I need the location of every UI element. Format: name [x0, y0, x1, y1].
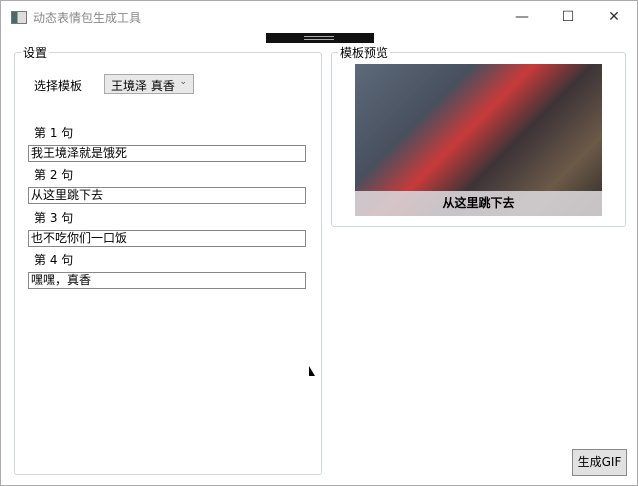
sentence-4-input[interactable]: 嘿嘿，真香: [28, 272, 306, 289]
sentence-2-label: 第 2 句: [34, 168, 74, 182]
sentence-3-label: 第 3 句: [34, 211, 74, 225]
preview-image: 从这里跳下去: [355, 64, 602, 216]
sentence-3-input[interactable]: 也不吃你们一口饭: [28, 230, 306, 247]
template-select[interactable]: 王境泽 真香 ⌄: [104, 74, 194, 94]
sentence-1-input[interactable]: 我王境泽就是饿死: [28, 145, 306, 162]
chevron-down-icon: ⌄: [179, 77, 187, 87]
template-select-value: 王境泽 真香: [111, 79, 175, 93]
settings-group-label: 设置: [21, 44, 50, 61]
sentence-4-label: 第 4 句: [34, 253, 74, 267]
sentence-2-input[interactable]: 从这里跳下去: [28, 187, 306, 204]
drag-handle[interactable]: [266, 33, 374, 43]
window-title: 动态表情包生成工具: [33, 11, 142, 25]
maximize-button[interactable]: ☐: [545, 5, 591, 29]
title-bar: 动态表情包生成工具 — ☐ ✕: [1, 1, 637, 33]
preview-caption: 从这里跳下去: [355, 191, 602, 216]
minimize-button[interactable]: —: [499, 5, 545, 29]
app-icon: [11, 11, 27, 24]
preview-group-label: 模板预览: [338, 44, 391, 61]
template-label: 选择模板: [34, 79, 83, 93]
close-button[interactable]: ✕: [591, 5, 637, 29]
generate-gif-button[interactable]: 生成GIF: [572, 449, 627, 476]
mouse-cursor-icon: [309, 366, 315, 376]
sentence-1-label: 第 1 句: [34, 126, 74, 140]
app-window: 动态表情包生成工具 — ☐ ✕ 设置 选择模板 王境泽 真香 ⌄ 第 1 句 我王…: [0, 0, 638, 486]
